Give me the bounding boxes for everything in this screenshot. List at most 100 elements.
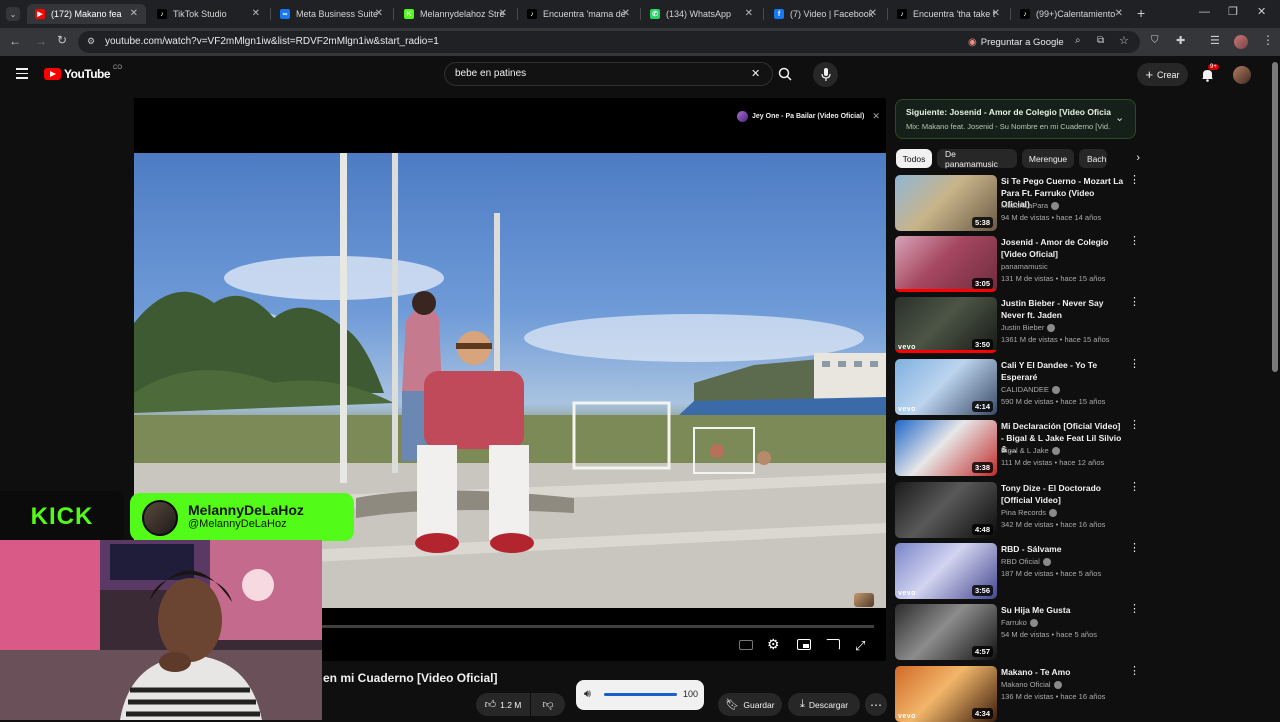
video-menu-icon[interactable]: ⋮ xyxy=(1129,604,1140,615)
extension-shield-icon[interactable]: ⛉ xyxy=(1151,35,1159,46)
fullscreen-icon[interactable]: ⤢ xyxy=(855,638,865,654)
video-channel[interactable]: Pina Records xyxy=(1001,508,1058,518)
recommended-video[interactable]: 4:48 Tony Dize - El Doctorado [Official V… xyxy=(895,482,1140,538)
video-title[interactable]: Cali Y El Dandee - Yo Te Esperaré xyxy=(1001,360,1125,383)
close-suggestion-icon[interactable]: ✕ xyxy=(872,111,880,122)
video-thumbnail[interactable]: vevo 3:50 xyxy=(895,297,997,353)
video-menu-icon[interactable]: ⋮ xyxy=(1129,543,1140,554)
video-thumbnail[interactable]: vevo 4:34 xyxy=(895,666,997,722)
browser-menu-icon[interactable]: ⋮ xyxy=(1262,33,1274,47)
browser-tab[interactable]: ♪ Encuentra 'mama de ✕ xyxy=(519,4,638,24)
video-channel[interactable]: CALIDANDEE xyxy=(1001,385,1060,395)
browser-tab[interactable]: K Melannydelahoz Stre ✕ xyxy=(396,4,515,24)
back-icon[interactable]: ← xyxy=(9,34,21,48)
clear-search-icon[interactable]: ✕ xyxy=(751,67,760,80)
video-menu-icon[interactable]: ⋮ xyxy=(1129,236,1140,247)
miniplayer-icon[interactable] xyxy=(797,639,811,650)
video-thumbnail[interactable]: 3:38 xyxy=(895,420,997,476)
dislike-button[interactable]: 👎︎ xyxy=(531,693,565,716)
extensions-puzzle-icon[interactable]: ✚ xyxy=(1176,34,1185,47)
page-scrollbar[interactable] xyxy=(1272,62,1278,372)
video-channel[interactable]: Justin Bieber xyxy=(1001,323,1056,333)
video-menu-icon[interactable]: ⋮ xyxy=(1129,297,1140,308)
voice-search-button[interactable] xyxy=(813,62,838,87)
install-app-icon[interactable]: ⧉ xyxy=(1097,35,1104,46)
more-actions-button[interactable]: ⋯ xyxy=(865,693,887,716)
reading-list-icon[interactable]: ☰ xyxy=(1210,34,1220,47)
notifications-button[interactable]: 9+ xyxy=(1201,64,1219,87)
tab-close-icon[interactable]: ✕ xyxy=(130,8,138,19)
zoom-icon[interactable]: ⌕ xyxy=(1075,35,1081,46)
browser-tab[interactable]: f (7) Video | Facebook ✕ xyxy=(766,4,885,24)
browser-tab[interactable]: ∞ Meta Business Suite ✕ xyxy=(272,4,391,24)
chip-panamamusic[interactable]: De panamamusic xyxy=(937,149,1017,169)
recommended-video[interactable]: vevo 3:50 Justin Bieber - Never Say Never … xyxy=(895,297,1140,353)
tab-search-button[interactable]: ⌄ xyxy=(6,7,20,21)
search-button[interactable] xyxy=(773,62,797,86)
recommended-video[interactable]: 4:57 Su Hija Me Gusta Farruko 54 M de vista… xyxy=(895,604,1140,660)
browser-tab[interactable]: ♪ (99+)Calentamiento ✕ xyxy=(1012,4,1131,24)
browser-tab[interactable]: ♪ TikTok Studio ✕ xyxy=(149,4,268,24)
video-thumbnail[interactable]: vevo 3:56 xyxy=(895,543,997,599)
tab-close-icon[interactable]: ✕ xyxy=(252,8,260,19)
tab-close-icon[interactable]: ✕ xyxy=(375,8,383,19)
expand-chevron-icon[interactable]: ⌄ xyxy=(1115,111,1124,124)
browser-tab[interactable]: ✆ (134) WhatsApp ✕ xyxy=(642,4,761,24)
volume-slider[interactable] xyxy=(604,693,677,696)
video-channel[interactable]: panamamusic xyxy=(1001,262,1048,271)
forward-icon[interactable]: → xyxy=(35,34,47,48)
video-title[interactable]: Makano - Te Amo xyxy=(1001,667,1125,679)
recommended-video[interactable]: vevo 3:56 RBD - Sálvame RBD Oficial 187 M de… xyxy=(895,543,1140,599)
recommended-video[interactable]: vevo 4:14 Cali Y El Dandee - Yo Te Esperar… xyxy=(895,359,1140,415)
subtitles-icon[interactable] xyxy=(739,640,753,650)
volume-popup[interactable]: 🔊︎ 100 xyxy=(576,680,704,710)
chip-todos[interactable]: Todos xyxy=(896,149,932,168)
video-title[interactable]: RBD - Sálvame xyxy=(1001,544,1125,556)
video-thumbnail[interactable]: 4:57 xyxy=(895,604,997,660)
video-menu-icon[interactable]: ⋮ xyxy=(1129,175,1140,186)
search-box[interactable]: bebe en patines ✕ xyxy=(444,62,773,86)
hamburger-menu-icon[interactable] xyxy=(16,68,28,79)
ask-google-button[interactable]: ◉ Preguntar a Google xyxy=(968,36,1064,49)
omnibox[interactable]: ⚙ youtube.com/watch?v=VF2mMlgn1iw&list=R… xyxy=(78,31,1140,53)
tab-close-icon[interactable]: ✕ xyxy=(745,8,753,19)
settings-gear-icon[interactable]: ⚙ xyxy=(767,636,780,653)
recommended-video[interactable]: vevo 4:34 Makano - Te Amo Makano Oficial 136… xyxy=(895,666,1140,722)
video-channel[interactable]: MozartLaPara xyxy=(1001,201,1060,211)
video-title[interactable]: Tony Dize - El Doctorado [Official Video… xyxy=(1001,483,1125,506)
account-avatar[interactable] xyxy=(1233,66,1251,84)
video-thumbnail[interactable]: 4:48 xyxy=(895,482,997,538)
save-button[interactable]: 🔖︎ Guardar xyxy=(718,693,782,716)
video-channel[interactable]: Bigal & L Jake xyxy=(1001,446,1060,456)
tab-close-icon[interactable]: ✕ xyxy=(499,8,507,19)
video-title[interactable]: Justin Bieber - Never Say Never ft. Jade… xyxy=(1001,298,1125,321)
video-thumbnail[interactable]: vevo 4:14 xyxy=(895,359,997,415)
reload-icon[interactable]: ↻ xyxy=(57,33,67,47)
download-button[interactable]: ⤓ Descargar xyxy=(788,693,860,716)
youtube-logo[interactable]: YouTube CO xyxy=(44,65,122,81)
chip-bachata[interactable]: Bach xyxy=(1079,149,1107,168)
video-title[interactable]: Su Hija Me Gusta xyxy=(1001,605,1125,617)
browser-tab[interactable]: ▶ (172) Makano fea ✕ xyxy=(27,4,146,24)
minimize-button[interactable]: — xyxy=(1199,6,1210,18)
maximize-button[interactable]: ❐ xyxy=(1228,5,1238,18)
browser-tab[interactable]: ♪ Encuentra 'tha take t ✕ xyxy=(889,4,1008,24)
like-button[interactable]: 👍︎ 1.2 M xyxy=(476,693,530,716)
tab-close-icon[interactable]: ✕ xyxy=(622,8,630,19)
next-up-panel[interactable]: Siguiente: Josenid - Amor de Colegio [Vi… xyxy=(895,99,1136,139)
video-menu-icon[interactable]: ⋮ xyxy=(1129,359,1140,370)
search-input[interactable]: bebe en patines xyxy=(455,68,526,79)
video-menu-icon[interactable]: ⋮ xyxy=(1129,420,1140,431)
tab-close-icon[interactable]: ✕ xyxy=(869,8,877,19)
tab-close-icon[interactable]: ✕ xyxy=(992,8,1000,19)
recommended-video[interactable]: 3:05 Josenid - Amor de Colegio [Video Ofi… xyxy=(895,236,1140,292)
chip-merengue[interactable]: Merengue xyxy=(1022,149,1074,168)
channel-watermark-icon[interactable] xyxy=(854,593,874,607)
video-menu-icon[interactable]: ⋮ xyxy=(1129,482,1140,493)
new-tab-button[interactable]: + xyxy=(1137,5,1145,21)
video-channel[interactable]: RBD Oficial xyxy=(1001,557,1051,567)
video-channel[interactable]: Makano Oficial xyxy=(1001,680,1062,690)
video-thumbnail[interactable]: 5:38 xyxy=(895,175,997,231)
video-menu-icon[interactable]: ⋮ xyxy=(1129,666,1140,677)
video-title[interactable]: Josenid - Amor de Colegio [Video Oficial… xyxy=(1001,237,1125,260)
